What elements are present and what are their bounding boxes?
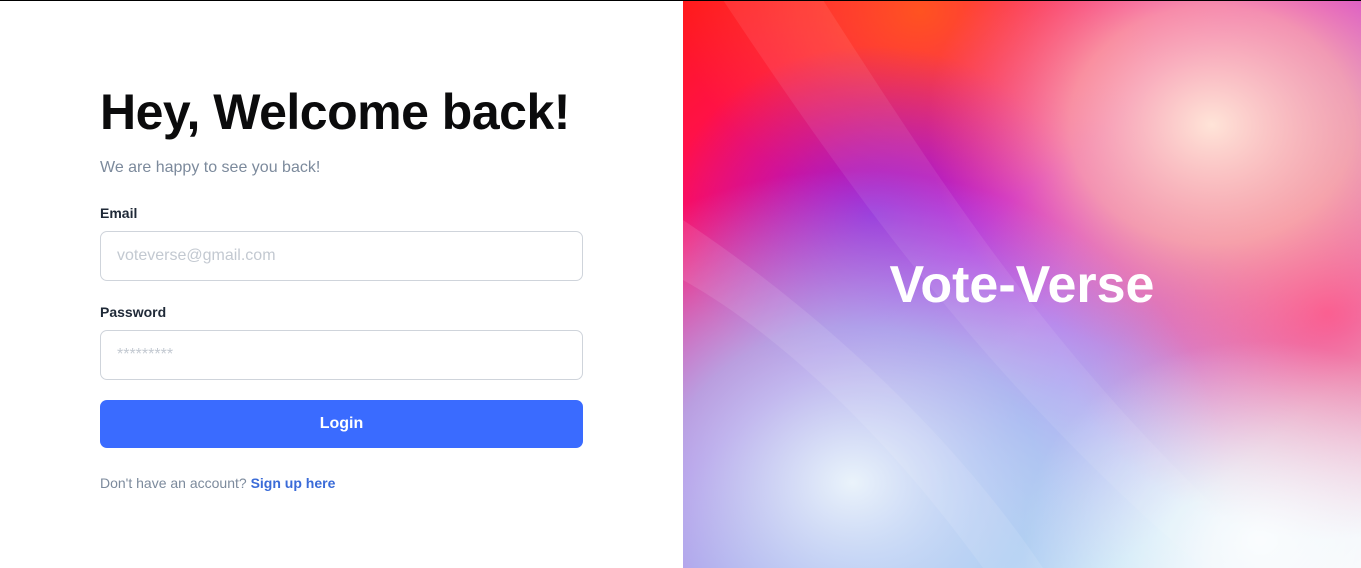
login-button[interactable]: Login [100, 400, 583, 448]
password-label: Password [100, 304, 167, 320]
window-top-border [0, 0, 1361, 1]
login-panel: Hey, Welcome back! We are happy to see y… [0, 0, 683, 568]
login-page: Hey, Welcome back! We are happy to see y… [0, 0, 1361, 568]
email-label: Email [100, 205, 138, 221]
page-subtitle: We are happy to see you back! [100, 159, 321, 176]
signup-prompt-text: Don't have an account? [100, 475, 247, 491]
brand-title: Vote-Verse [889, 256, 1155, 314]
password-field[interactable] [100, 330, 583, 380]
brand-panel: Vote-Verse [683, 0, 1361, 568]
login-form: Hey, Welcome back! We are happy to see y… [100, 84, 583, 492]
email-field[interactable] [100, 231, 583, 281]
signup-prompt-line: Don't have an account? Sign up here [100, 474, 583, 492]
page-title: Hey, Welcome back! [100, 84, 570, 140]
signup-link[interactable]: Sign up here [251, 475, 336, 491]
